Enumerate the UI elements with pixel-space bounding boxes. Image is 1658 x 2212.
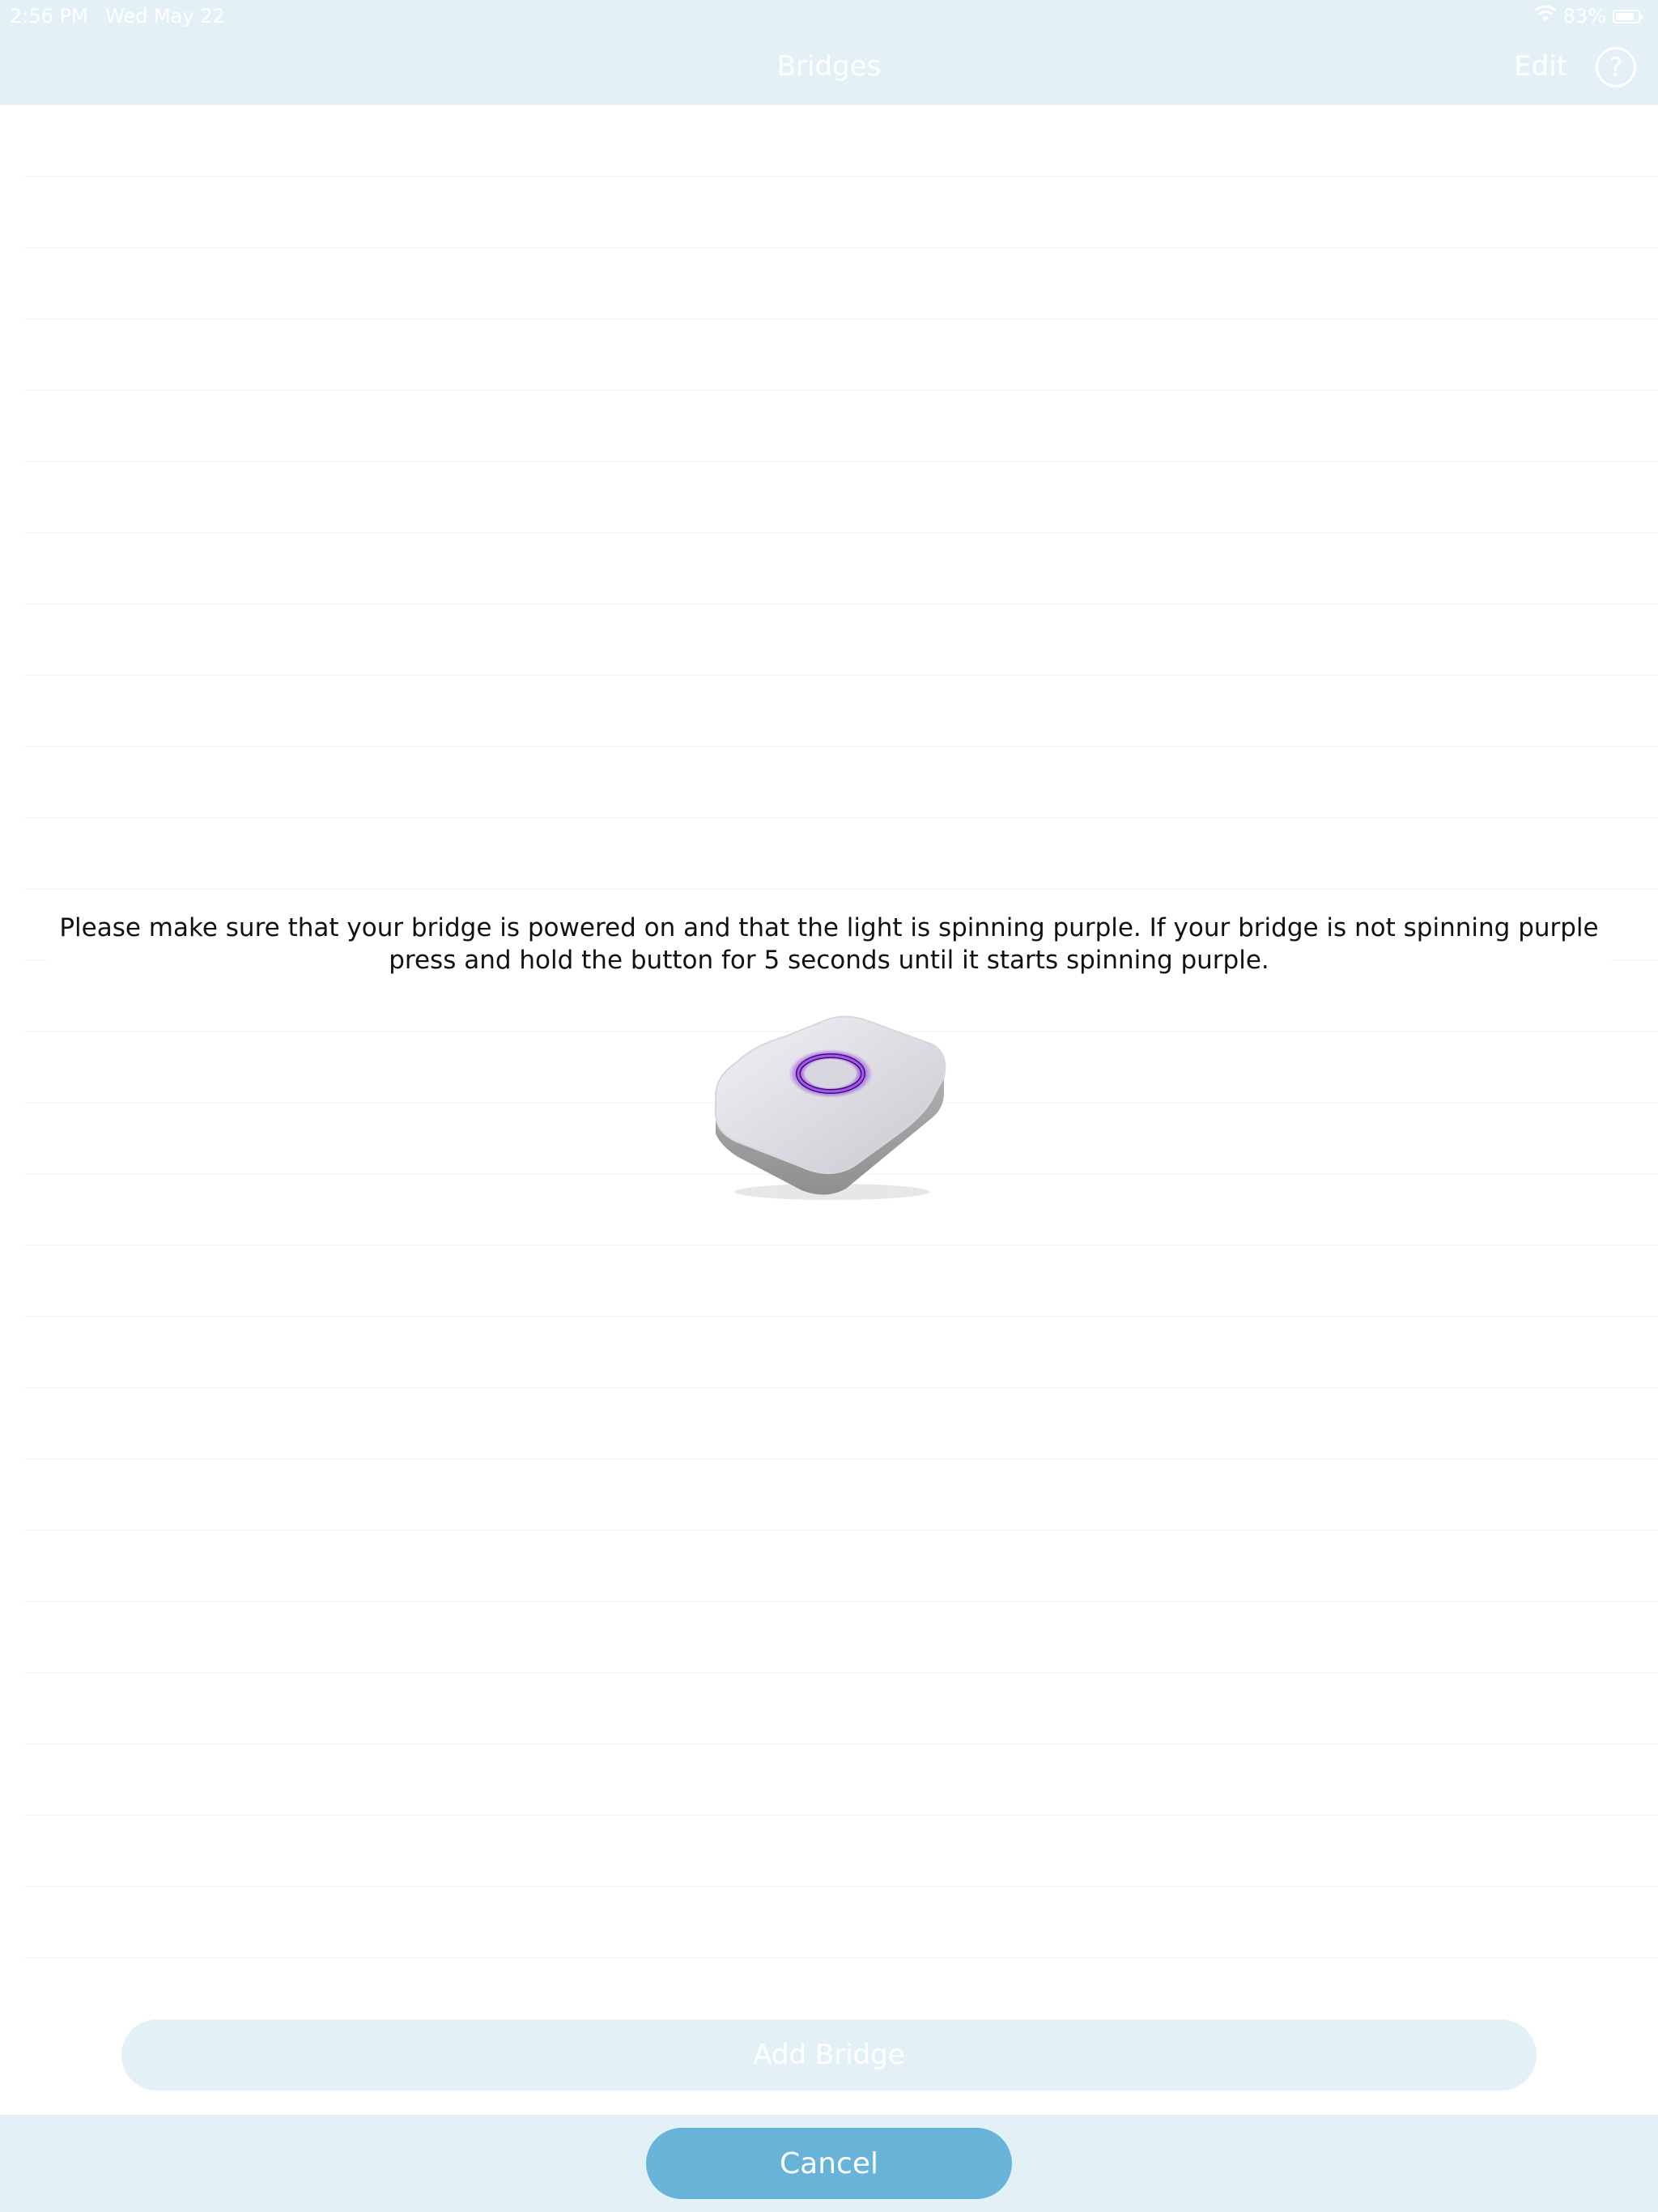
battery-level bbox=[1616, 12, 1634, 20]
bridge-device-image bbox=[704, 1012, 955, 1206]
instructions-text: Please make sure that your bridge is pow… bbox=[49, 912, 1609, 976]
list-row-separator bbox=[23, 1530, 1658, 1531]
list-row-separator bbox=[23, 533, 1658, 534]
battery-icon bbox=[1613, 9, 1643, 23]
footer-bar: Cancel bbox=[0, 2115, 1658, 2212]
wifi-icon bbox=[1534, 5, 1557, 28]
list-row-separator bbox=[23, 1388, 1658, 1389]
cancel-button[interactable]: Cancel bbox=[646, 2128, 1012, 2199]
list-row-separator bbox=[23, 1459, 1658, 1460]
battery-percentage: 83% bbox=[1562, 5, 1606, 28]
list-row-separator bbox=[23, 248, 1658, 249]
question-mark-icon: ? bbox=[1609, 52, 1623, 83]
list-row-separator bbox=[23, 818, 1658, 819]
help-button[interactable]: ? bbox=[1596, 47, 1636, 87]
status-indicators: 83% bbox=[1534, 5, 1643, 28]
status-date: Wed May 22 bbox=[105, 5, 225, 28]
add-bridge-button[interactable]: Add Bridge bbox=[121, 2019, 1537, 2091]
list-row-separator bbox=[23, 390, 1658, 391]
list-row-separator bbox=[23, 675, 1658, 676]
page-title: Bridges bbox=[776, 50, 882, 83]
list-row-separator bbox=[23, 1673, 1658, 1674]
list-row-separator bbox=[23, 1744, 1658, 1745]
page: 2:56 PM Wed May 22 83% Bridges Edit ? Pl… bbox=[0, 0, 1658, 2212]
list-row-separator bbox=[23, 1958, 1658, 1959]
list-row-separator bbox=[23, 1245, 1658, 1246]
edit-button[interactable]: Edit bbox=[1514, 50, 1567, 83]
status-time: 2:56 PM bbox=[10, 5, 88, 28]
list-row-separator bbox=[23, 1815, 1658, 1816]
list-row-separator bbox=[23, 604, 1658, 605]
top-bar: 2:56 PM Wed May 22 83% Bridges Edit ? bbox=[0, 0, 1658, 105]
list-row-separator bbox=[23, 319, 1658, 320]
list-row-separator bbox=[23, 889, 1658, 890]
